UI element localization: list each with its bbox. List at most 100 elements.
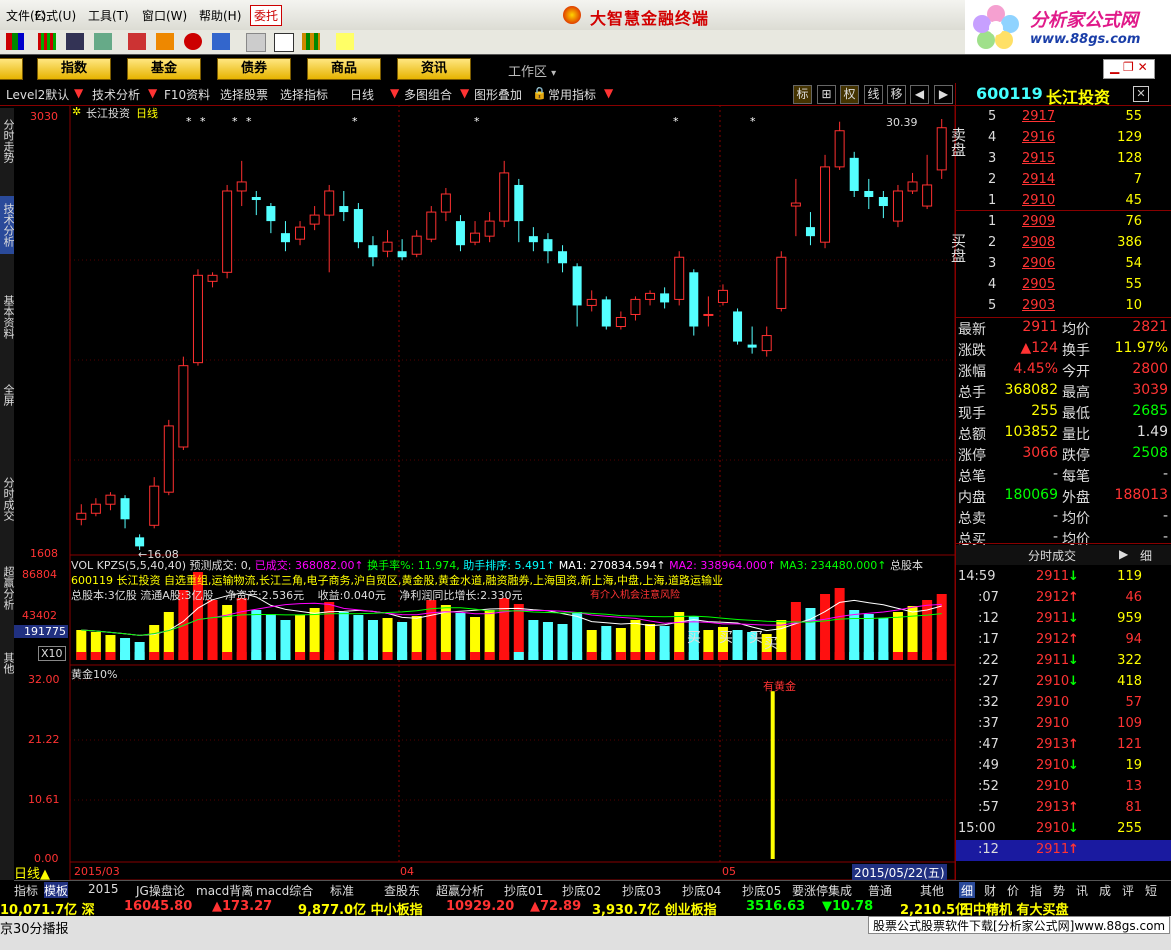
- tick-row[interactable]: :27 2910 ↓ 418: [956, 672, 1171, 693]
- side-tab-fullscreen[interactable]: 全屏: [0, 380, 15, 410]
- quote-panel-tab[interactable]: 势: [1051, 882, 1067, 899]
- indicator-tab[interactable]: 2015: [88, 882, 119, 896]
- menu-window[interactable]: 窗口(W): [142, 7, 187, 24]
- indicator-tab[interactable]: 抄底04: [682, 882, 721, 899]
- red-ball-icon[interactable]: [184, 33, 202, 50]
- tick-row[interactable]: :52 2910 13: [956, 777, 1171, 798]
- arrow-left-icon[interactable]: ◀: [910, 85, 929, 104]
- quote-icon[interactable]: [6, 33, 24, 50]
- quote-panel-tab[interactable]: 价: [1005, 882, 1021, 899]
- vol-multiplier[interactable]: X10: [38, 646, 66, 661]
- entrust-button[interactable]: 委托: [250, 5, 283, 26]
- common-indicator-dropdown[interactable]: 常用指标: [548, 86, 596, 103]
- period-dropdown[interactable]: 日线: [350, 86, 374, 103]
- side-tab-ticks[interactable]: 分时成交: [0, 470, 15, 528]
- select-stock-button[interactable]: 选择股票: [220, 86, 268, 103]
- tick-row[interactable]: 15:00 2910 ↓ 255: [956, 819, 1171, 840]
- side-tab-fundamentals[interactable]: 基本资料: [0, 288, 15, 346]
- indicator-tab[interactable]: 指标: [14, 882, 38, 899]
- quote-panel-tab[interactable]: 指: [1028, 882, 1044, 899]
- sell-order-row[interactable]: 1 2910 45: [956, 191, 1171, 212]
- side-tab-other[interactable]: 其他: [0, 648, 15, 678]
- menu-help[interactable]: 帮助(H): [199, 7, 241, 24]
- tick-row[interactable]: :22 2911 ↓ 322: [956, 651, 1171, 672]
- buy-order-row[interactable]: 5 2903 10: [956, 296, 1171, 317]
- f10-button[interactable]: F10资料: [164, 86, 210, 103]
- tick-row[interactable]: 14:59 2911 ↓ 119: [956, 567, 1171, 588]
- tick-row[interactable]: :07 2912 ↑ 46: [956, 588, 1171, 609]
- side-tab-intraday[interactable]: 分时走势: [0, 110, 15, 172]
- quote-panel-tab[interactable]: 短: [1143, 882, 1159, 899]
- nav-button-fund[interactable]: 基金: [127, 58, 201, 80]
- sell-order-row[interactable]: 3 2915 128: [956, 149, 1171, 170]
- multi-chart-dropdown[interactable]: 多图组合: [404, 86, 452, 103]
- bars-icon[interactable]: [38, 33, 56, 50]
- indicator-tab[interactable]: 超赢分析: [436, 882, 484, 899]
- indicator-tab[interactable]: 其他: [920, 882, 944, 899]
- quote-panel-tab[interactable]: 细: [959, 882, 976, 899]
- line-toggle[interactable]: 线: [864, 85, 883, 104]
- close-icon[interactable]: ✕: [1133, 86, 1149, 102]
- restore-icon[interactable]: ▁ ❐ ✕: [1110, 60, 1148, 74]
- mark-toggle[interactable]: 标: [793, 85, 812, 104]
- buy-order-row[interactable]: 1 2909 76: [956, 212, 1171, 233]
- tick-row[interactable]: :12 2911 ↓ 959: [956, 609, 1171, 630]
- tick-row[interactable]: :47 2913 ↑ 121: [956, 735, 1171, 756]
- side-tab-technical[interactable]: 技术分析: [0, 196, 15, 254]
- print-icon[interactable]: [246, 33, 266, 52]
- indicator-tab[interactable]: 抄底03: [622, 882, 661, 899]
- layout-dropdown[interactable]: Level2默认: [6, 86, 69, 103]
- sell-order-row[interactable]: 5 2917 55: [956, 107, 1171, 128]
- alert-icon[interactable]: [128, 33, 146, 50]
- indicator-tab[interactable]: 查股东: [384, 882, 420, 899]
- indicator-tab[interactable]: 抄底05: [742, 882, 781, 899]
- rights-toggle[interactable]: 权: [840, 85, 859, 104]
- quote-panel-tab[interactable]: 财: [982, 882, 998, 899]
- workzone-menu[interactable]: 工作区 ▾: [508, 61, 556, 80]
- tool-icon[interactable]: [94, 33, 112, 50]
- tick-row[interactable]: :37 2910 109: [956, 714, 1171, 735]
- chart-area[interactable]: * * * * * * * * ✲ 长江投资 日线 3030 1608 30.39 ←16.0…: [14, 105, 955, 881]
- sell-order-row[interactable]: 2 2914 7: [956, 170, 1171, 191]
- help-pointer-icon[interactable]: [336, 33, 354, 50]
- menu-formula[interactable]: 公式(U): [34, 7, 76, 24]
- indicator-tab[interactable]: 标准: [330, 882, 354, 899]
- indicator-tab[interactable]: 抄底01: [504, 882, 543, 899]
- nav-button-commodity[interactable]: 商品: [307, 58, 381, 80]
- buy-order-row[interactable]: 2 2908 386: [956, 233, 1171, 254]
- indicator-tab[interactable]: 要涨停集成: [792, 882, 852, 899]
- quote-panel-tab[interactable]: 讯: [1074, 882, 1090, 899]
- nav-button-bond[interactable]: 债券: [217, 58, 291, 80]
- indicator-tab[interactable]: 模板: [44, 882, 69, 899]
- nav-button-index[interactable]: 指数: [37, 58, 111, 80]
- indicator-tab[interactable]: 普通: [868, 882, 892, 899]
- side-tab-super[interactable]: 超赢分析: [0, 558, 15, 618]
- move-toggle[interactable]: 移: [887, 85, 906, 104]
- buy-order-row[interactable]: 3 2906 54: [956, 254, 1171, 275]
- ticks-expand-icon[interactable]: ▶: [1119, 547, 1128, 561]
- tick-row[interactable]: :57 2913 ↑ 81: [956, 798, 1171, 819]
- ticks-detail-toggle[interactable]: 细: [1140, 547, 1152, 564]
- tick-row[interactable]: :12 2911 ↑: [956, 840, 1171, 861]
- crosshair-icon[interactable]: ⊞: [817, 85, 836, 104]
- buy-order-row[interactable]: 4 2905 55: [956, 275, 1171, 296]
- select-indicator-button[interactable]: 选择指标: [280, 86, 328, 103]
- rotate-icon[interactable]: [212, 33, 230, 50]
- books-icon[interactable]: [302, 33, 320, 50]
- menu-tools[interactable]: 工具(T): [88, 7, 129, 24]
- tech-analysis-dropdown[interactable]: 技术分析: [92, 86, 140, 103]
- nav-button-news[interactable]: 资讯: [397, 58, 471, 80]
- indicator-tab[interactable]: macd综合: [256, 882, 313, 899]
- window-controls[interactable]: ▁ ❐ ✕: [1103, 59, 1155, 79]
- indicator-tab[interactable]: JG操盘论: [136, 882, 185, 899]
- tick-row[interactable]: :17 2912 ↑ 94: [956, 630, 1171, 651]
- quote-panel-tab[interactable]: 评: [1120, 882, 1136, 899]
- overlay-button[interactable]: 图形叠加: [474, 86, 522, 103]
- indicator-tab[interactable]: 抄底02: [562, 882, 601, 899]
- tick-row[interactable]: :32 2910 57: [956, 693, 1171, 714]
- kline-chart[interactable]: * * * * * * * *: [14, 105, 955, 880]
- diamond-icon[interactable]: [156, 33, 174, 50]
- lock-icon[interactable]: 🔒: [532, 86, 547, 100]
- nav-button-left-edge[interactable]: [0, 58, 23, 80]
- quote-panel-tab[interactable]: 成: [1097, 882, 1113, 899]
